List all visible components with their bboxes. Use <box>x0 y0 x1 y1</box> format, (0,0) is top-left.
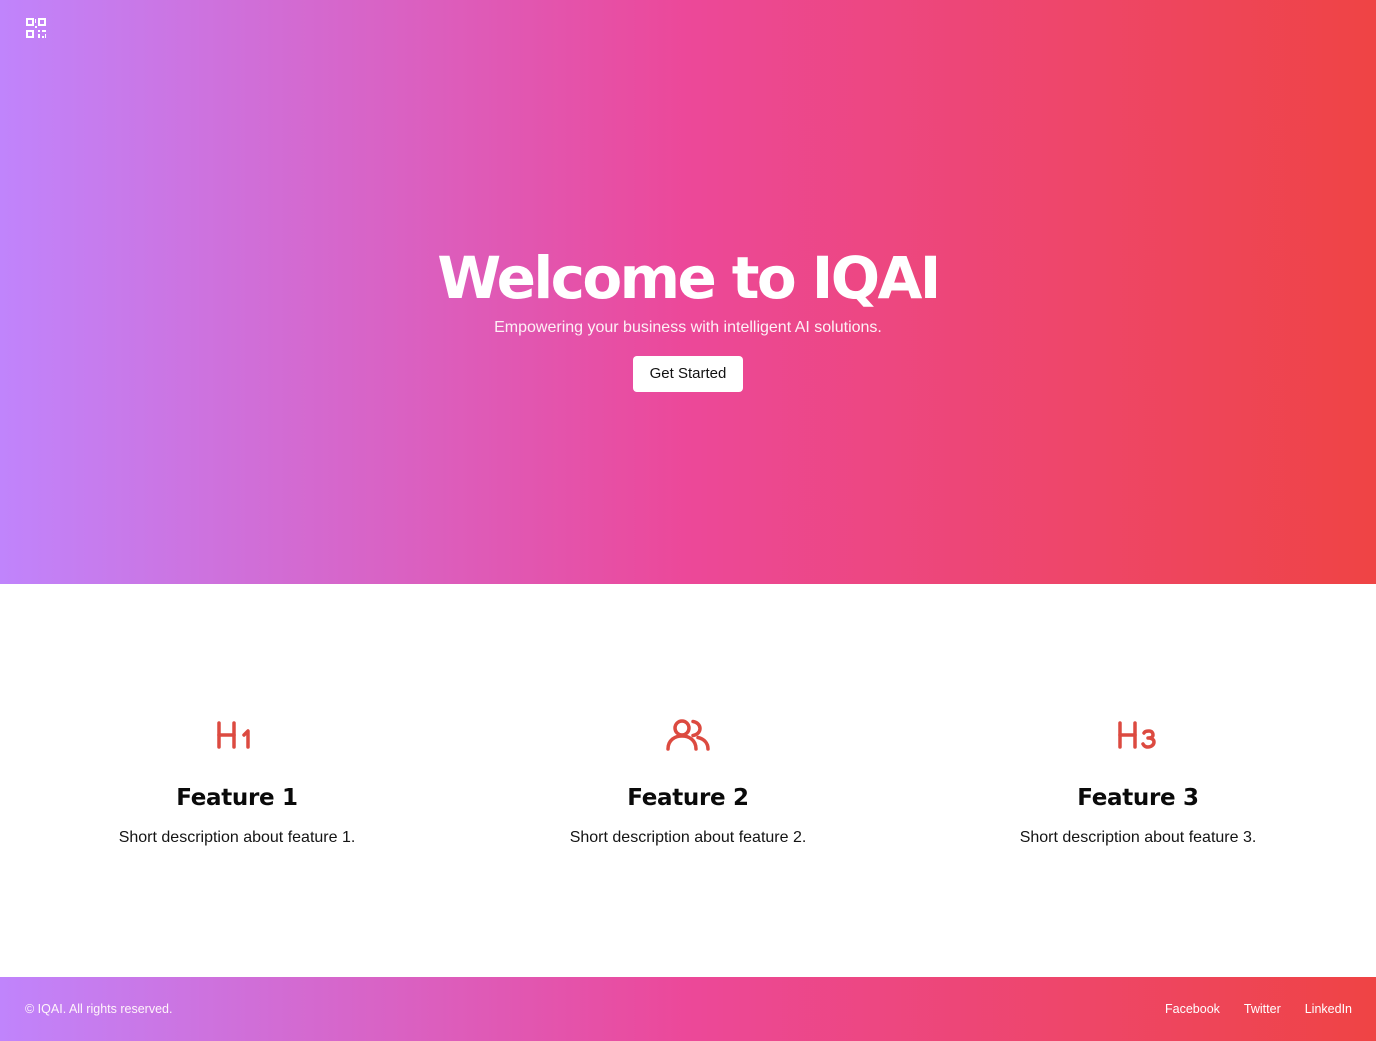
linkedin-link[interactable]: LinkedIn <box>1305 1001 1352 1017</box>
users-icon <box>666 719 710 751</box>
heading-3-icon <box>1118 721 1156 749</box>
features-section: Feature 1 Short description about featur… <box>0 584 1376 977</box>
feature-title: Feature 2 <box>627 785 749 811</box>
get-started-button[interactable]: Get Started <box>633 356 743 392</box>
facebook-link[interactable]: Facebook <box>1165 1001 1220 1017</box>
hero-subtitle: Empowering your business with intelligen… <box>494 319 882 336</box>
feature-card: Feature 2 Short description about featur… <box>468 716 908 848</box>
heading-1-icon <box>217 721 250 749</box>
copyright-text: © IQAI. All rights reserved. <box>25 1002 173 1016</box>
feature-description: Short description about feature 1. <box>118 829 356 846</box>
feature-description: Short description about feature 2. <box>569 829 807 846</box>
feature-title: Feature 3 <box>1077 785 1199 811</box>
footer: © IQAI. All rights reserved. Facebook Tw… <box>0 977 1376 1041</box>
hero-section: Welcome to IQAI Empowering your business… <box>0 0 1376 584</box>
hero-title: Welcome to IQAI <box>437 244 941 312</box>
qr-code-icon[interactable] <box>25 17 47 39</box>
footer-links: Facebook Twitter LinkedIn <box>1165 1001 1352 1017</box>
feature-title: Feature 1 <box>176 785 298 811</box>
feature-card: Feature 1 Short description about featur… <box>17 716 457 848</box>
feature-description: Short description about feature 3. <box>1019 829 1257 846</box>
twitter-link[interactable]: Twitter <box>1244 1001 1281 1017</box>
feature-card: Feature 3 Short description about featur… <box>918 716 1358 848</box>
